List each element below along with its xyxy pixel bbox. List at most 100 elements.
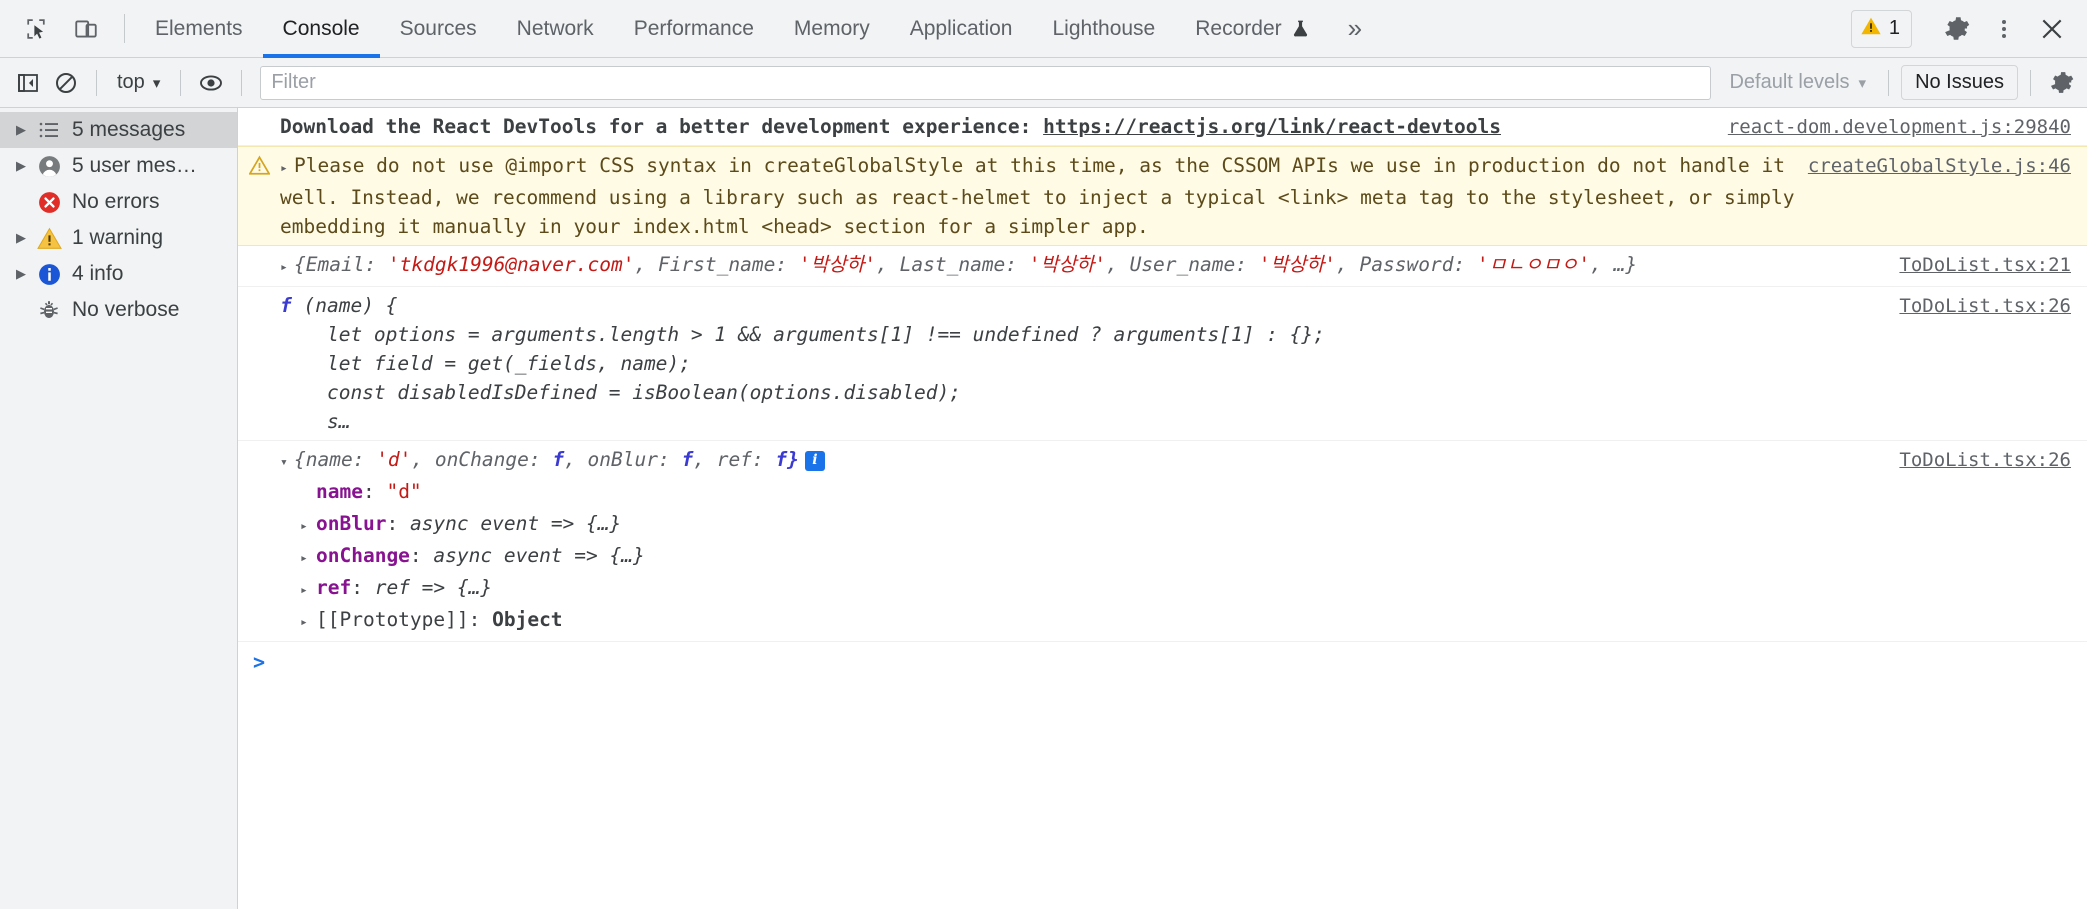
disclosure-triangle-icon[interactable]: ▸ bbox=[300, 608, 314, 637]
object-preview-part: '박상하' bbox=[1028, 253, 1107, 276]
tab-lighthouse[interactable]: Lighthouse bbox=[1032, 0, 1175, 57]
message-icon-gutter bbox=[238, 291, 280, 295]
property-separator: : bbox=[351, 576, 375, 599]
console-settings-gear-icon[interactable] bbox=[2043, 65, 2079, 101]
tab-elements[interactable]: Elements bbox=[135, 0, 263, 57]
warning-count-chip[interactable]: 1 bbox=[1850, 9, 1912, 48]
console-message-object[interactable]: ▸ {Email: 'tkdgk1996@naver.com', First_na… bbox=[238, 246, 2087, 287]
tab-label: Recorder bbox=[1195, 16, 1282, 40]
disclosure-triangle-icon[interactable]: ▸ bbox=[280, 253, 294, 282]
console-message-warning[interactable]: ▸ Please do not use @import CSS syntax in… bbox=[238, 146, 2087, 246]
execution-context-selector[interactable]: top ▾ bbox=[109, 67, 168, 98]
chevron-down-icon: ▾ bbox=[1858, 74, 1867, 92]
close-icon[interactable] bbox=[2029, 6, 2075, 52]
sidebar-item-verbose[interactable]: ▶ No verbose bbox=[0, 292, 237, 328]
panel-tabs: Elements Console Sources Network Perform… bbox=[135, 0, 1380, 58]
property-separator: : bbox=[362, 480, 387, 503]
console-message-list[interactable]: Download the React DevTools for a better… bbox=[238, 108, 2087, 909]
sidebar-item-warnings[interactable]: ▶ 1 warning bbox=[0, 220, 237, 256]
tab-console[interactable]: Console bbox=[262, 0, 380, 58]
log-levels-label: Default levels bbox=[1729, 71, 1850, 93]
tab-sources[interactable]: Sources bbox=[380, 0, 497, 57]
object-preview-part: 'tkdgk1996@naver.com' bbox=[387, 253, 635, 276]
object-property-row[interactable]: ▸ [[Prototype]]: Object bbox=[280, 605, 1827, 637]
object-preview-part: f bbox=[681, 448, 694, 471]
gear-icon[interactable] bbox=[1933, 6, 1979, 52]
warning-icon bbox=[32, 226, 66, 251]
warning-count-label: 1 bbox=[1888, 17, 1900, 39]
message-text: f (name) { let options = arguments.lengt… bbox=[280, 291, 2087, 436]
disclosure-triangle-icon[interactable]: ▸ bbox=[300, 544, 314, 573]
sidebar-item-label: No errors bbox=[72, 190, 160, 213]
devtools-tabbar: Elements Console Sources Network Perform… bbox=[0, 0, 2087, 58]
show-console-sidebar-icon[interactable] bbox=[10, 65, 46, 101]
sidebar-item-info[interactable]: ▶ 4 info bbox=[0, 256, 237, 292]
property-value: async event => {…} bbox=[433, 544, 645, 567]
message-source-link[interactable]: ToDoList.tsx:26 bbox=[1899, 292, 2071, 321]
live-expression-icon[interactable] bbox=[193, 65, 229, 101]
sidebar-item-messages[interactable]: ▶ 5 messages bbox=[0, 112, 237, 148]
object-preview-part: , onChange: bbox=[411, 448, 553, 471]
console-empty-space[interactable] bbox=[238, 676, 2087, 909]
console-prompt[interactable]: > bbox=[238, 642, 2087, 676]
sidebar-item-label: 1 warning bbox=[72, 226, 164, 249]
tab-performance[interactable]: Performance bbox=[614, 0, 774, 57]
property-key: onBlur bbox=[316, 512, 387, 535]
console-prompt-input[interactable] bbox=[280, 650, 2087, 676]
info-icon bbox=[32, 262, 66, 287]
kebab-menu-icon[interactable] bbox=[1981, 6, 2027, 52]
property-separator: : bbox=[386, 512, 410, 535]
property-value: ref => {…} bbox=[374, 576, 493, 599]
disclosure-triangle-icon[interactable]: ▶ bbox=[10, 122, 32, 138]
inspect-cursor-icon[interactable] bbox=[14, 7, 58, 51]
issues-button[interactable]: No Issues bbox=[1901, 65, 2018, 100]
object-property-row[interactable]: ▸name: "d" bbox=[280, 477, 1827, 509]
property-key: ref bbox=[316, 576, 352, 599]
console-filter-toolbar: top ▾ Default levels ▾ No Issues bbox=[0, 58, 2087, 108]
filter-input[interactable] bbox=[260, 65, 1712, 100]
tab-label: Performance bbox=[633, 16, 754, 40]
console-message-function[interactable]: f (name) { let options = arguments.lengt… bbox=[238, 287, 2087, 441]
object-property-row[interactable]: ▸ onChange: async event => {…} bbox=[280, 541, 1827, 573]
message-source-link[interactable]: react-dom.development.js:29840 bbox=[1728, 113, 2071, 142]
more-tabs-button[interactable]: » bbox=[1330, 0, 1380, 57]
flask-icon bbox=[1291, 18, 1310, 39]
object-property-row[interactable]: ▸ ref: ref => {…} bbox=[280, 573, 1827, 605]
log-levels-selector[interactable]: Default levels ▾ bbox=[1719, 66, 1876, 99]
device-toggle-icon[interactable] bbox=[64, 7, 108, 51]
execution-context-label: top bbox=[117, 71, 145, 93]
console-message[interactable]: Download the React DevTools for a better… bbox=[238, 108, 2087, 146]
sidebar-item-user-messages[interactable]: ▶ 5 user mes… bbox=[0, 148, 237, 184]
message-source-link[interactable]: ToDoList.tsx:21 bbox=[1899, 251, 2071, 280]
tabbar-divider bbox=[124, 14, 125, 43]
message-text-prefix: Download the React DevTools for a better… bbox=[280, 115, 1044, 138]
clear-console-icon[interactable] bbox=[48, 65, 84, 101]
console-message-expanded-object[interactable]: ▾ {name: 'd', onChange: f, onBlur: f, ref… bbox=[238, 441, 2087, 642]
filterbar-divider-1 bbox=[96, 69, 97, 96]
tab-network[interactable]: Network bbox=[497, 0, 614, 57]
warning-icon bbox=[1860, 15, 1882, 43]
disclosure-triangle-icon[interactable]: ▶ bbox=[10, 266, 32, 282]
disclosure-triangle-icon[interactable]: ▸ bbox=[280, 154, 294, 183]
disclosure-triangle-icon[interactable]: ▶ bbox=[10, 158, 32, 174]
react-devtools-link[interactable]: https://reactjs.org/link/react-devtools bbox=[1043, 115, 1501, 138]
message-icon-gutter bbox=[238, 250, 280, 254]
info-badge-icon[interactable]: i bbox=[804, 450, 825, 471]
tab-recorder[interactable]: Recorder bbox=[1175, 0, 1329, 57]
filterbar-divider-2 bbox=[180, 69, 182, 96]
tab-label: Memory bbox=[793, 16, 870, 40]
object-property-row[interactable]: ▸ onBlur: async event => {…} bbox=[280, 509, 1827, 541]
disclosure-triangle-icon[interactable]: ▸ bbox=[300, 576, 314, 605]
message-icon-gutter bbox=[238, 112, 280, 116]
disclosure-triangle-icon[interactable]: ▸ bbox=[300, 512, 314, 541]
sidebar-item-label: 5 user mes… bbox=[72, 154, 197, 177]
error-icon bbox=[32, 190, 66, 215]
message-source-link[interactable]: ToDoList.tsx:26 bbox=[1899, 446, 2071, 475]
disclosure-triangle-icon[interactable]: ▶ bbox=[10, 230, 32, 246]
sidebar-item-errors[interactable]: ▶ No errors bbox=[0, 184, 237, 220]
object-preview-part: , onBlur: bbox=[564, 448, 682, 471]
disclosure-triangle-icon[interactable]: ▾ bbox=[280, 448, 294, 477]
tab-application[interactable]: Application bbox=[890, 0, 1033, 57]
tab-memory[interactable]: Memory bbox=[774, 0, 890, 57]
message-source-link[interactable]: createGlobalStyle.js:46 bbox=[1808, 152, 2071, 181]
